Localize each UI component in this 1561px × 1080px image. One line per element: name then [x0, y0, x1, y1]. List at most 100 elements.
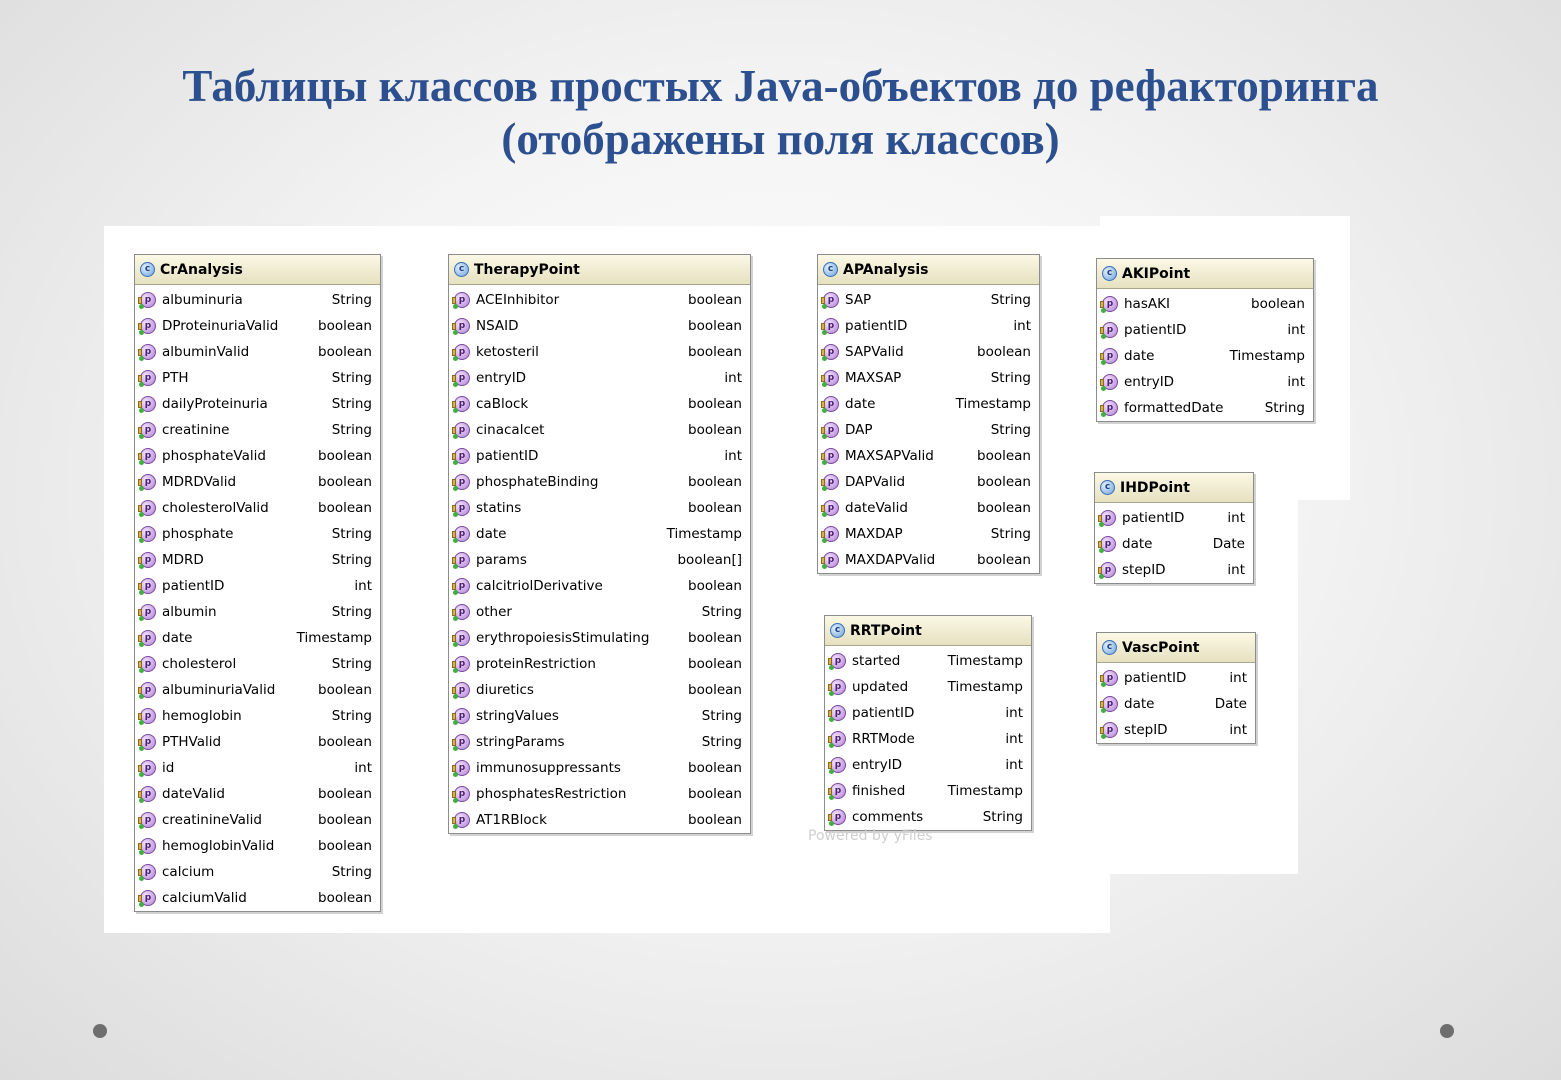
class-box-akipoint[interactable]: c AKIPoint p hasAKI boolean p patientID int p d… [1096, 258, 1314, 422]
field-row[interactable]: p MAXSAP String [818, 365, 1039, 391]
slide-nav-dot-left[interactable] [93, 1024, 107, 1038]
field-row[interactable]: p patientID int [1097, 665, 1255, 691]
field-name: immunosuppressants [476, 760, 621, 776]
property-icon: p [138, 708, 156, 725]
field-row[interactable]: p dateValid boolean [818, 495, 1039, 521]
property-icon: p [452, 760, 470, 777]
class-name: VascPoint [1122, 639, 1200, 656]
field-row[interactable]: p dailyProteinuria String [135, 391, 380, 417]
field-row[interactable]: p started Timestamp [825, 648, 1031, 674]
field-row[interactable]: p patientID int [825, 700, 1031, 726]
class-header: c AKIPoint [1097, 259, 1313, 289]
field-row[interactable]: p DAP String [818, 417, 1039, 443]
field-row[interactable]: p proteinRestriction boolean [449, 651, 750, 677]
field-row[interactable]: p id int [135, 755, 380, 781]
field-row[interactable]: p date Timestamp [1097, 343, 1313, 369]
field-row[interactable]: p phosphateBinding boolean [449, 469, 750, 495]
field-row[interactable]: p ACEInhibitor boolean [449, 287, 750, 313]
class-box-apanalysis[interactable]: c APAnalysis p SAP String p patientID int p SAP… [817, 254, 1040, 574]
field-row[interactable]: p stepID int [1095, 557, 1253, 583]
field-name: stringValues [476, 708, 559, 724]
field-row[interactable]: p PTHValid boolean [135, 729, 380, 755]
field-row[interactable]: p erythropoiesisStimulating boolean [449, 625, 750, 651]
field-row[interactable]: p MDRDValid boolean [135, 469, 380, 495]
field-row[interactable]: p albuminuriaValid boolean [135, 677, 380, 703]
field-row[interactable]: p comments String [825, 804, 1031, 830]
field-row[interactable]: p stringParams String [449, 729, 750, 755]
field-row[interactable]: p DProteinuriaValid boolean [135, 313, 380, 339]
class-box-rrtpoint[interactable]: c RRTPoint p started Timestamp p updated Time… [824, 615, 1032, 831]
field-row[interactable]: p albumin String [135, 599, 380, 625]
field-row[interactable]: p immunosuppressants boolean [449, 755, 750, 781]
field-row[interactable]: p MDRD String [135, 547, 380, 573]
class-box-ihdpoint[interactable]: c IHDPoint p patientID int p date Date p stepID… [1094, 472, 1254, 584]
field-row[interactable]: p phosphatesRestriction boolean [449, 781, 750, 807]
field-row[interactable]: p SAP String [818, 287, 1039, 313]
field-row[interactable]: p patientID int [135, 573, 380, 599]
field-row[interactable]: p updated Timestamp [825, 674, 1031, 700]
field-row[interactable]: p stepID int [1097, 717, 1255, 743]
field-row[interactable]: p patientID int [818, 313, 1039, 339]
field-row[interactable]: p albuminValid boolean [135, 339, 380, 365]
field-row[interactable]: p hasAKI boolean [1097, 291, 1313, 317]
class-box-cranalysis[interactable]: c CrAnalysis p albuminuria String p DProtein… [134, 254, 381, 912]
field-row[interactable]: p calcitriolDerivative boolean [449, 573, 750, 599]
class-box-vascpoint[interactable]: c VascPoint p patientID int p date Date p stepI… [1096, 632, 1256, 744]
field-row[interactable]: p diuretics boolean [449, 677, 750, 703]
field-row[interactable]: p date Date [1095, 531, 1253, 557]
field-row[interactable]: p dateValid boolean [135, 781, 380, 807]
slide-nav-dot-right[interactable] [1440, 1024, 1454, 1038]
field-row[interactable]: p phosphate String [135, 521, 380, 547]
field-row[interactable]: p PTH String [135, 365, 380, 391]
field-type: int [1229, 670, 1247, 686]
field-row[interactable]: p SAPValid boolean [818, 339, 1039, 365]
field-row[interactable]: p cholesterol String [135, 651, 380, 677]
field-row[interactable]: p patientID int [1097, 317, 1313, 343]
field-row[interactable]: p creatinineValid boolean [135, 807, 380, 833]
field-row[interactable]: p cinacalcet boolean [449, 417, 750, 443]
field-type: boolean [318, 890, 372, 906]
property-icon: p [138, 734, 156, 751]
field-row[interactable]: p other String [449, 599, 750, 625]
field-row[interactable]: p DAPValid boolean [818, 469, 1039, 495]
field-row[interactable]: p patientID int [449, 443, 750, 469]
property-icon: p [452, 682, 470, 699]
property-icon: p [1100, 722, 1118, 739]
field-row[interactable]: p entryID int [1097, 369, 1313, 395]
field-row[interactable]: p formattedDate String [1097, 395, 1313, 421]
field-row[interactable]: p RRTMode int [825, 726, 1031, 752]
field-row[interactable]: p creatinine String [135, 417, 380, 443]
field-row[interactable]: p phosphateValid boolean [135, 443, 380, 469]
field-row[interactable]: p ketosteril boolean [449, 339, 750, 365]
field-row[interactable]: p date Date [1097, 691, 1255, 717]
field-row[interactable]: p entryID int [449, 365, 750, 391]
field-row[interactable]: p calcium String [135, 859, 380, 885]
field-row[interactable]: p params boolean[] [449, 547, 750, 573]
field-row[interactable]: p MAXSAPValid boolean [818, 443, 1039, 469]
field-row[interactable]: p MAXDAP String [818, 521, 1039, 547]
field-row[interactable]: p date Timestamp [135, 625, 380, 651]
field-row[interactable]: p MAXDAPValid boolean [818, 547, 1039, 573]
field-name: DAPValid [845, 474, 906, 490]
field-row[interactable]: p AT1RBlock boolean [449, 807, 750, 833]
field-row[interactable]: p finished Timestamp [825, 778, 1031, 804]
property-icon: p [138, 344, 156, 361]
field-row[interactable]: p hemoglobin String [135, 703, 380, 729]
field-name: albuminuria [162, 292, 243, 308]
field-row[interactable]: p hemoglobinValid boolean [135, 833, 380, 859]
field-row[interactable]: p cholesterolValid boolean [135, 495, 380, 521]
class-box-therapypoint[interactable]: c TherapyPoint p ACEInhibitor boolean p NSAI… [448, 254, 751, 834]
field-row[interactable]: p NSAID boolean [449, 313, 750, 339]
property-icon: p [828, 783, 846, 800]
field-row[interactable]: p stringValues String [449, 703, 750, 729]
field-row[interactable]: p calciumValid boolean [135, 885, 380, 911]
field-row[interactable]: p date Timestamp [449, 521, 750, 547]
field-row[interactable]: p patientID int [1095, 505, 1253, 531]
field-row[interactable]: p entryID int [825, 752, 1031, 778]
field-row[interactable]: p date Timestamp [818, 391, 1039, 417]
field-row[interactable]: p caBlock boolean [449, 391, 750, 417]
field-name: MAXDAPValid [845, 552, 936, 568]
field-type: int [354, 578, 372, 594]
field-row[interactable]: p albuminuria String [135, 287, 380, 313]
field-row[interactable]: p statins boolean [449, 495, 750, 521]
